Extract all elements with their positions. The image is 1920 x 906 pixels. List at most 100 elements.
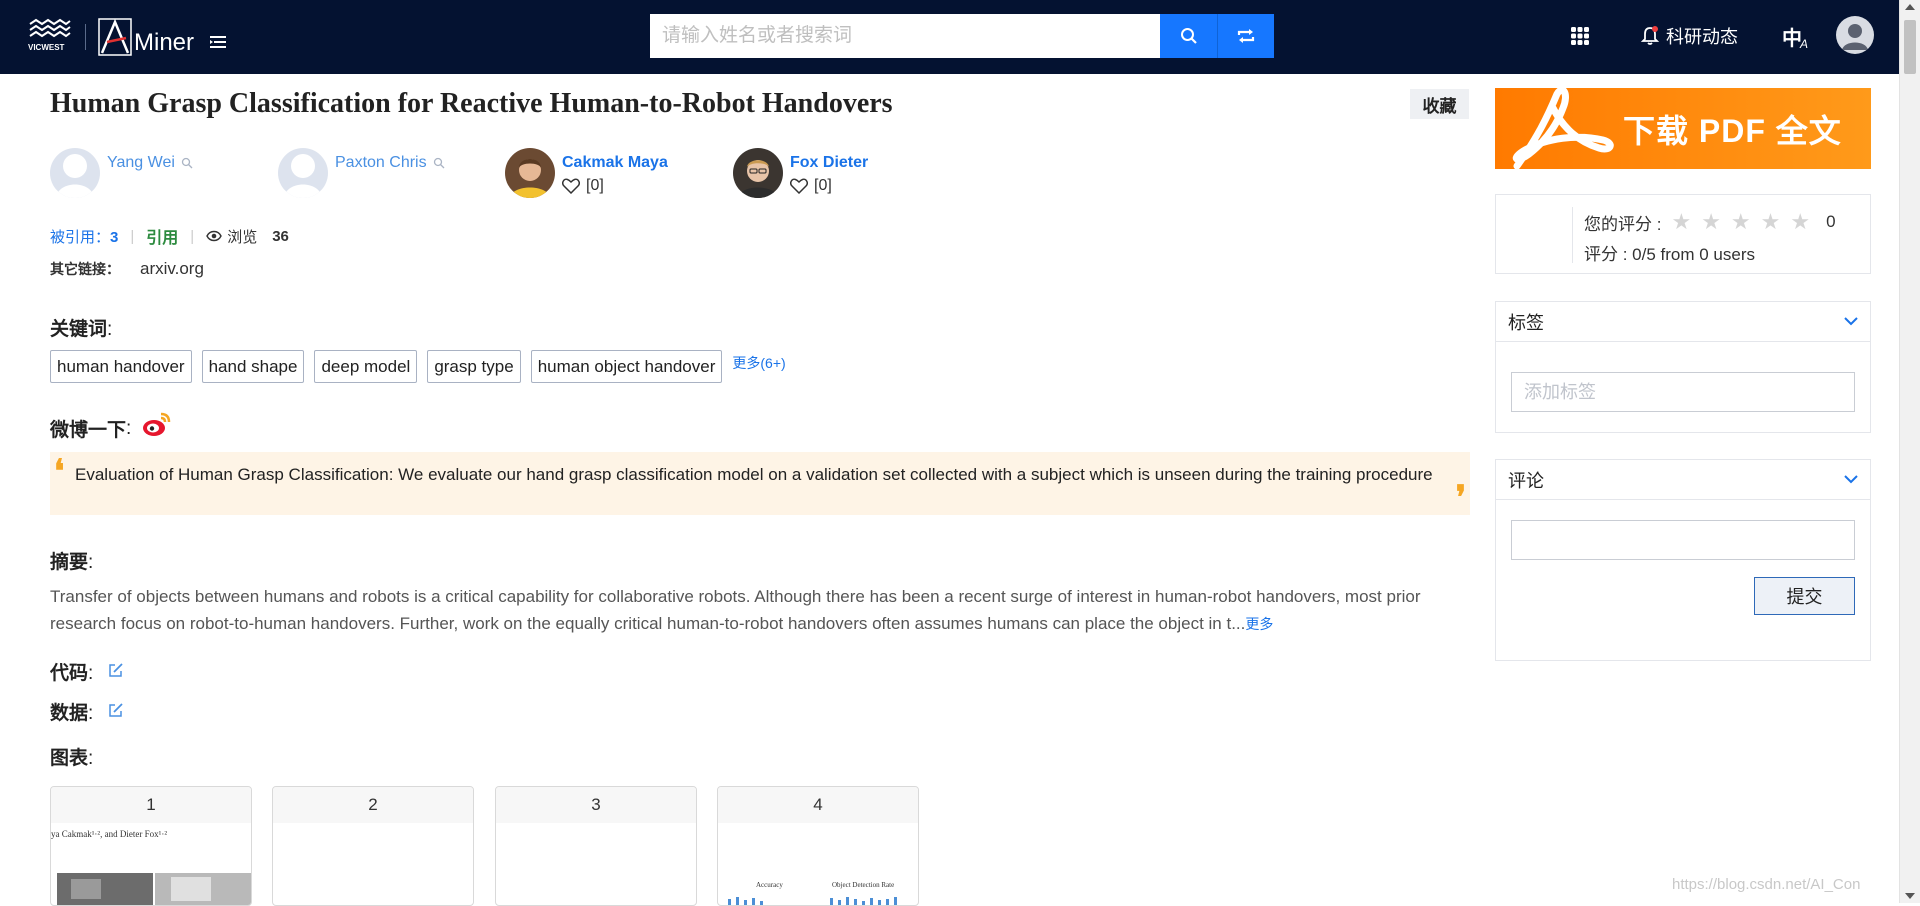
user-avatar[interactable] [1836, 16, 1874, 54]
aminer-logo-icon [98, 18, 132, 56]
views-label: 浏览 [227, 228, 258, 246]
author-name[interactable]: Cakmak Maya [562, 154, 668, 171]
your-rating-value: 0 [1826, 212, 1836, 231]
weibo-quote-text: Evaluation of Human Grasp Classification… [75, 465, 1433, 484]
chevron-down-icon [1844, 475, 1858, 484]
scroll-up-arrow-icon[interactable] [1905, 4, 1915, 10]
heading-colon: : [88, 552, 94, 573]
author-item[interactable]: Cakmak Maya [0] [505, 148, 668, 198]
search-button[interactable] [1160, 14, 1217, 58]
divider: | [190, 227, 195, 245]
data-heading: 数据: [50, 698, 93, 725]
heading-colon: : [88, 748, 94, 769]
language-switch[interactable]: 中 A [1782, 14, 1808, 58]
figure-card[interactable]: 1 ya Cakmak¹·², and Dieter Fox¹·² [50, 786, 252, 906]
keyword-tag[interactable]: deep model [314, 350, 418, 383]
user-icon [1842, 24, 1868, 50]
abstract-text: Transfer of objects between humans and r… [50, 587, 1421, 633]
star-icon[interactable]: ★ [1790, 209, 1810, 235]
cited-by-link[interactable]: 被引用：3 [50, 226, 118, 247]
figure-thumbnail-caption: ya Cakmak¹·², and Dieter Fox¹·² [51, 829, 168, 839]
comments-title: 评论 [1508, 470, 1544, 491]
star-icon[interactable]: ★ [1731, 209, 1751, 235]
author-name[interactable]: Fox Dieter [790, 154, 868, 171]
comments-panel-header[interactable]: 评论 [1496, 460, 1870, 500]
quote-open-icon: ❛ [54, 452, 65, 490]
top-navbar: VICWEST Miner 请输入姓名或者搜索词 科研动态 中 A [0, 0, 1920, 74]
figure-number: 3 [496, 787, 696, 823]
author-like-count: [0] [814, 177, 832, 194]
abstract-more-link[interactable]: 更多 [1245, 616, 1273, 632]
figure-thumbnail [57, 873, 251, 905]
cite-button[interactable]: 引用 [146, 224, 178, 248]
chevron-down-icon [1844, 317, 1858, 326]
keywords-heading: 关键词: [50, 314, 112, 341]
cited-by-count: 3 [110, 228, 119, 246]
add-tag-input[interactable] [1511, 372, 1855, 412]
tags-title: 标签 [1508, 312, 1544, 333]
keyword-tag[interactable]: human object handover [530, 350, 723, 383]
star-icon[interactable]: ★ [1671, 209, 1691, 235]
weibo-heading: 微博一下: [50, 412, 173, 442]
research-news-label: 科研动态 [1666, 27, 1738, 47]
abstract-heading: 摘要: [50, 547, 93, 574]
edit-code-icon[interactable] [108, 662, 124, 678]
author-like-button[interactable]: [0] [790, 177, 868, 195]
logo-divider [85, 24, 86, 50]
author-search-icon[interactable] [433, 157, 445, 169]
vicwest-logo[interactable]: VICWEST [26, 18, 74, 54]
menu-toggle-icon[interactable] [210, 34, 228, 50]
author-item[interactable]: Fox Dieter [0] [733, 148, 868, 198]
language-label: 中 [1782, 27, 1802, 50]
paper-stats: 被引用：3 | 引用 | 浏览 36 [50, 224, 289, 248]
scroll-thumb[interactable] [1904, 20, 1916, 74]
figure-card[interactable]: 2 [272, 786, 474, 906]
author-photo[interactable] [733, 148, 783, 198]
author-name[interactable]: Yang Wei [107, 154, 175, 172]
keyword-tag[interactable]: human handover [50, 350, 192, 383]
weibo-icon[interactable] [141, 410, 173, 438]
watermark: https://blog.csdn.net/AI_Con [1672, 876, 1861, 893]
figures-heading: 图表: [50, 743, 93, 770]
author-photo[interactable] [505, 148, 555, 198]
other-links: 其它链接： arxiv.org [50, 259, 204, 279]
arxiv-link[interactable]: arxiv.org [140, 259, 204, 279]
figure-card[interactable]: 3 [495, 786, 697, 906]
paper-title: Human Grasp Classification for Reactive … [50, 88, 893, 119]
figure-thumbnail-label: Accuracy [756, 881, 783, 889]
bell-icon [1640, 26, 1660, 45]
heart-icon [790, 178, 808, 194]
comment-input[interactable] [1511, 520, 1855, 560]
eye-icon [206, 230, 222, 242]
research-news-link[interactable]: 科研动态 [1640, 14, 1738, 58]
aminer-logo[interactable]: Miner [98, 18, 194, 56]
author-item[interactable]: Yang Wei [50, 148, 193, 198]
keyword-tag[interactable]: hand shape [201, 350, 305, 383]
tags-panel-header[interactable]: 标签 [1496, 302, 1870, 342]
author-like-button[interactable]: [0] [562, 177, 668, 195]
star-icon[interactable]: ★ [1761, 209, 1781, 235]
star-icon[interactable]: ★ [1701, 209, 1721, 235]
figures-title: 图表 [50, 748, 89, 769]
language-sub-label: A [1800, 37, 1809, 51]
author-item[interactable]: Paxton Chris [278, 148, 445, 198]
heading-colon: : [88, 663, 94, 684]
keyword-tag[interactable]: grasp type [427, 350, 521, 383]
author-name[interactable]: Paxton Chris [335, 154, 427, 172]
edit-data-icon[interactable] [108, 702, 124, 718]
favorite-button[interactable]: 收藏 [1410, 89, 1469, 119]
rating-panel: 您的评分 : ★ ★ ★ ★ ★ 0 评分 : 0/5 from 0 users [1495, 194, 1871, 274]
search-input[interactable] [650, 14, 1160, 58]
switch-search-button[interactable] [1217, 14, 1274, 58]
views-stat: 浏览 36 [206, 226, 289, 247]
code-heading: 代码: [50, 658, 93, 685]
download-pdf-button[interactable]: 下载 PDF 全文 [1495, 88, 1871, 169]
author-search-icon[interactable] [181, 157, 193, 169]
submit-comment-button[interactable]: 提交 [1754, 577, 1855, 615]
scroll-down-arrow-icon[interactable] [1905, 893, 1915, 899]
figure-card[interactable]: 4 Accuracy Object Detection Rate [717, 786, 919, 906]
keywords-more-link[interactable]: 更多(6+) [732, 353, 785, 373]
apps-grid-icon[interactable] [1570, 14, 1594, 58]
overall-rating: 评分 : 0/5 from 0 users [1584, 245, 1755, 264]
page-scrollbar[interactable] [1899, 0, 1920, 903]
